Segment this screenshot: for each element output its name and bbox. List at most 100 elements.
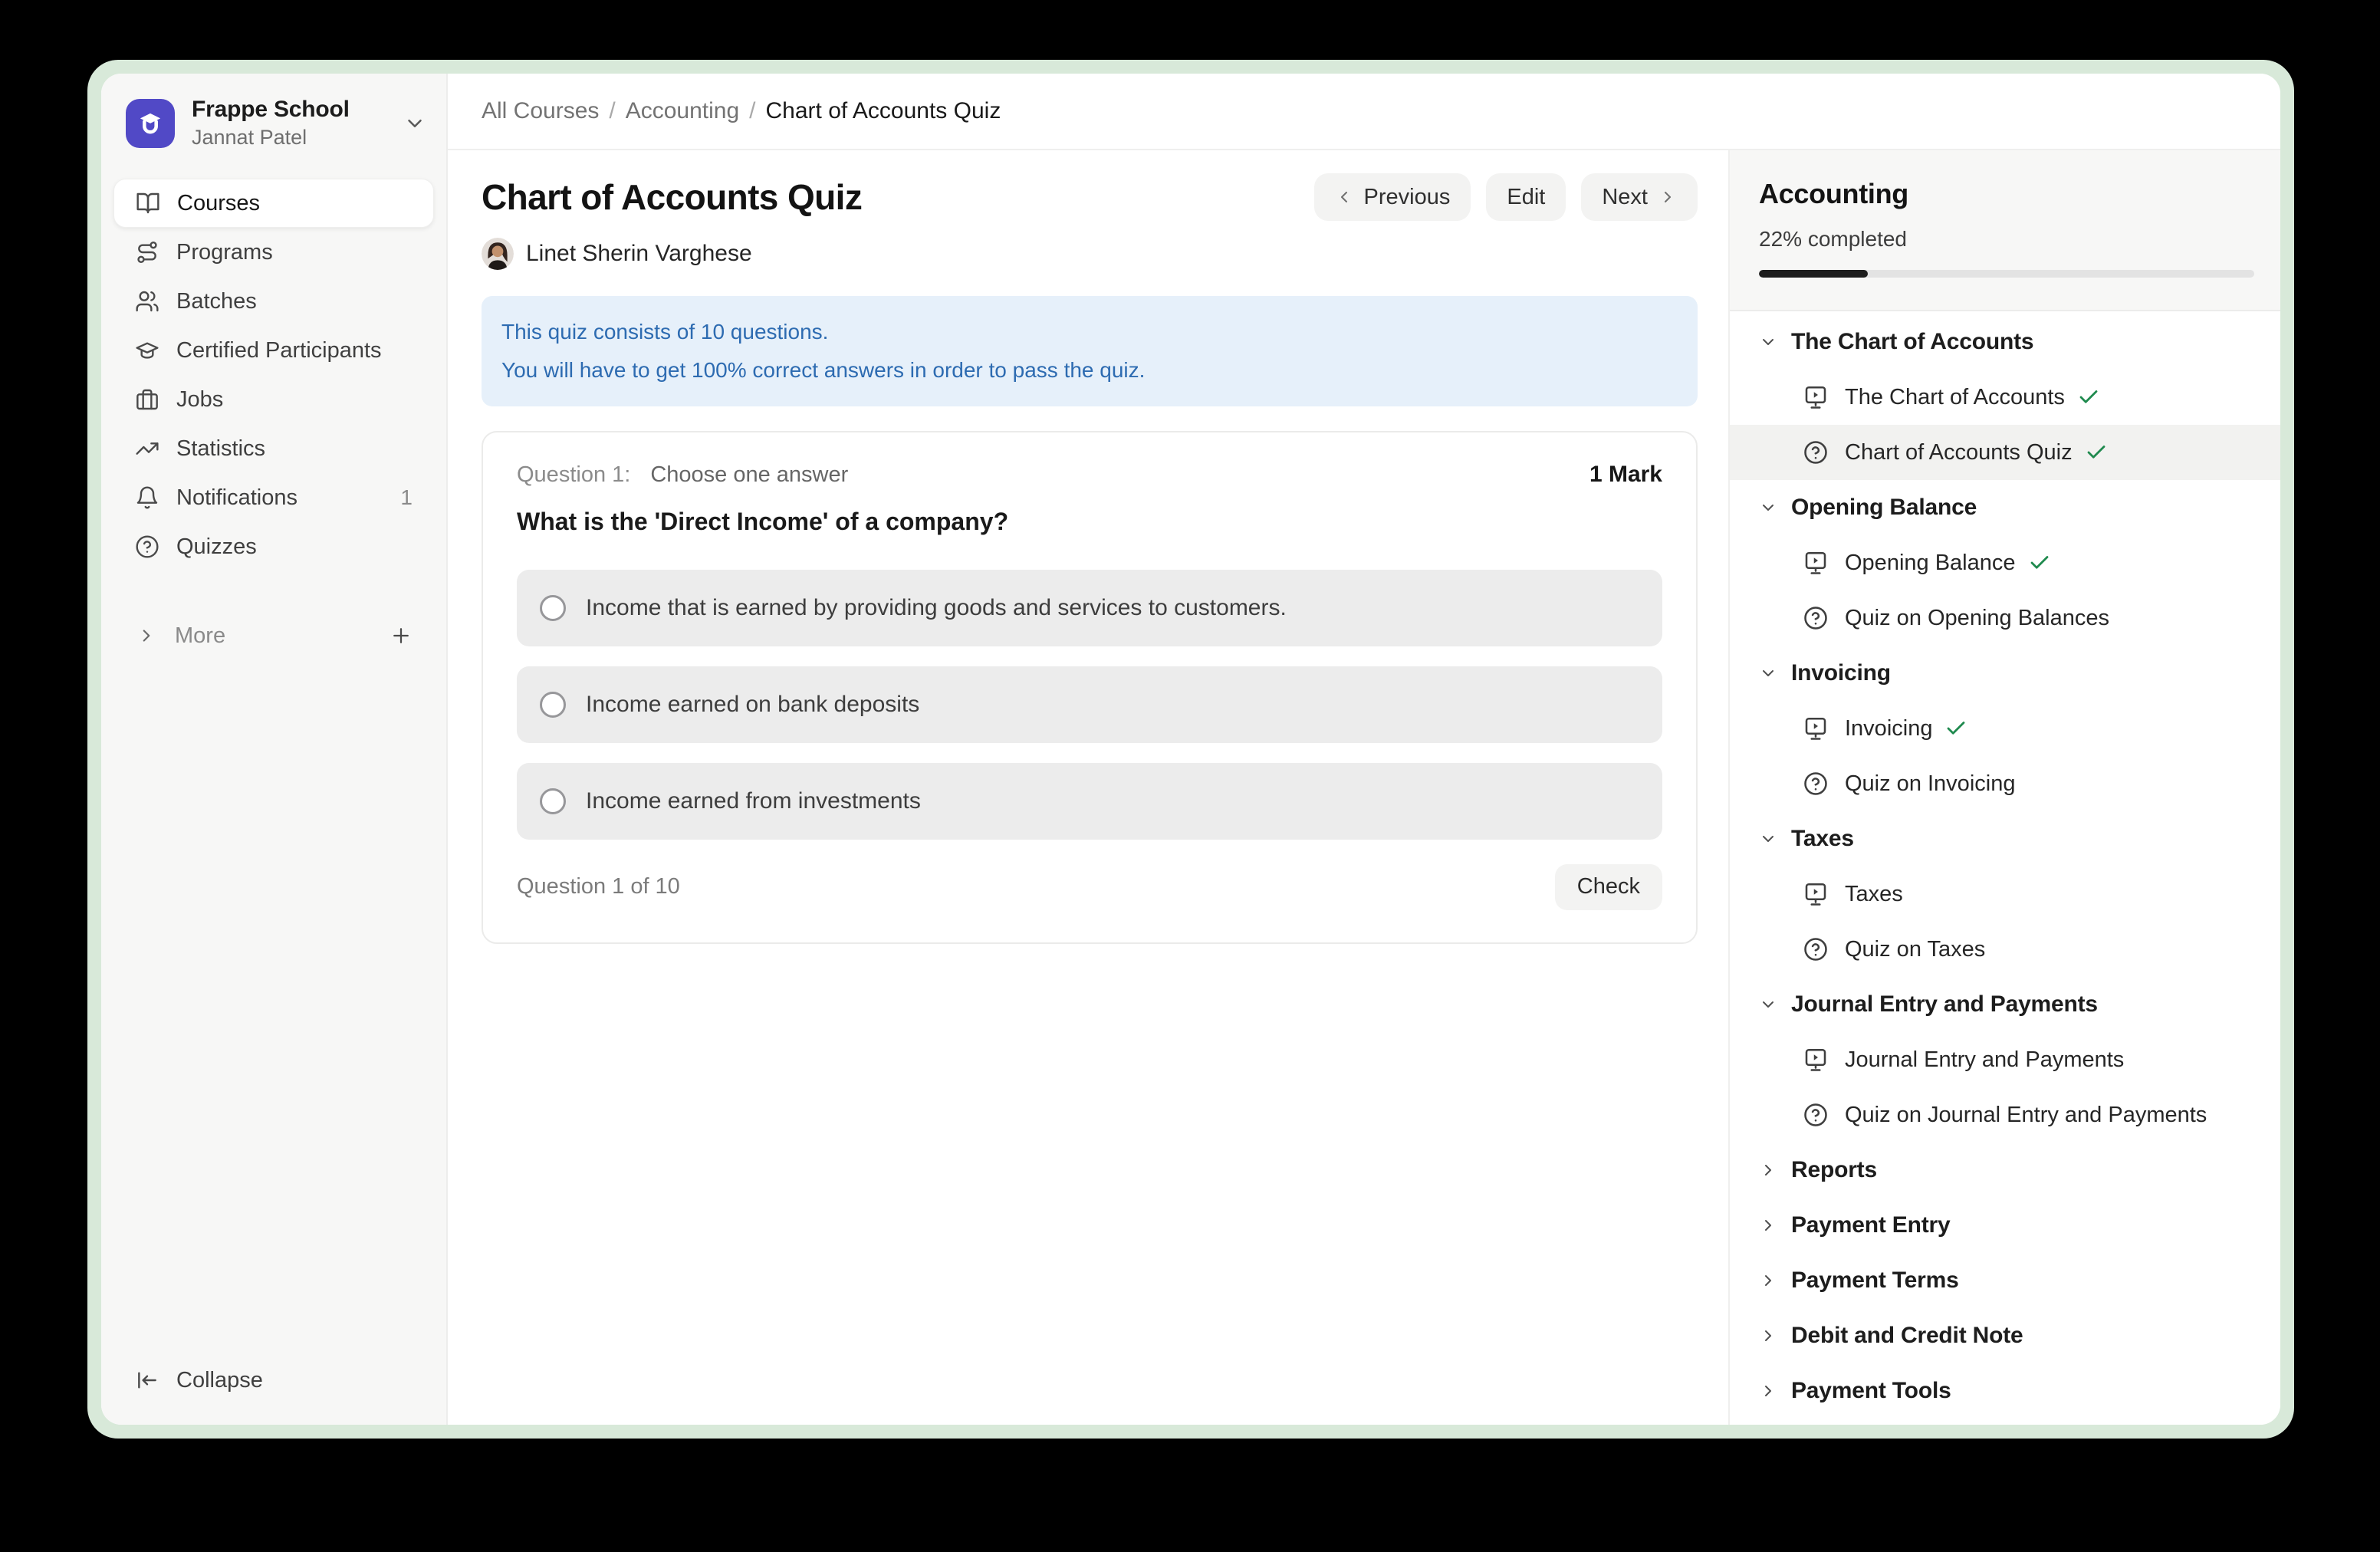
lesson-quiz-on-journal-entry-and-payments[interactable]: Quiz on Journal Entry and Payments [1730,1087,2280,1143]
section-label: Invoicing [1791,660,1891,686]
route-icon [135,240,159,265]
help-circle-icon [1802,1101,1829,1129]
lesson-chart-of-accounts-quiz[interactable]: Chart of Accounts Quiz [1730,425,2280,480]
radio-button[interactable] [540,788,566,814]
plus-icon[interactable] [390,624,413,647]
section-payment-entry[interactable]: Payment Entry [1730,1198,2280,1253]
radio-button[interactable] [540,692,566,718]
sidebar-item-label: Programs [176,240,273,265]
sidebar-item-quizzes[interactable]: Quizzes [113,522,434,571]
sidebar-item-label: Certified Participants [176,338,382,363]
breadcrumb-accounting[interactable]: Accounting [626,98,739,124]
main-content: Chart of Accounts Quiz Previous Edit Nex… [448,150,1728,1425]
question-number-label: Question 1: [517,462,630,488]
quiz-card: Question 1: Choose one answer 1 Mark Wha… [482,431,1698,944]
app-window: Frappe School Jannat Patel Courses [101,74,2280,1425]
chevron-right-icon [1759,1382,1777,1400]
lesson-quiz-on-taxes[interactable]: Quiz on Taxes [1730,922,2280,977]
section-label: Debit and Credit Note [1791,1323,2023,1349]
sidebar-more[interactable]: More [113,611,434,660]
users-icon [135,289,159,314]
lesson-quiz-on-opening-balances[interactable]: Quiz on Opening Balances [1730,590,2280,646]
header-bar: All Courses / Accounting / Chart of Acco… [448,74,2280,150]
answer-option-3[interactable]: Income earned from investments [517,763,1662,840]
section-opening-balance[interactable]: Opening Balance [1730,480,2280,535]
author-name: Linet Sherin Varghese [526,241,752,267]
avatar [482,238,514,270]
section-taxes[interactable]: Taxes [1730,811,2280,866]
section-journal-entry-and-payments[interactable]: Journal Entry and Payments [1730,977,2280,1032]
breadcrumb-current: Chart of Accounts Quiz [766,98,1001,124]
sidebar-item-statistics[interactable]: Statistics [113,424,434,473]
question-marks: 1 Mark [1589,462,1662,488]
chevron-down-icon[interactable] [403,112,426,135]
page-title: Chart of Accounts Quiz [482,176,862,218]
breadcrumb-all-courses[interactable]: All Courses [482,98,599,124]
notifications-badge: 1 [400,485,413,510]
lesson-label: Quiz on Journal Entry and Payments [1845,1103,2207,1128]
monitor-play-icon [1802,549,1829,577]
section-invoicing[interactable]: Invoicing [1730,646,2280,701]
chevron-right-icon [1759,1161,1777,1179]
next-button[interactable]: Next [1581,173,1698,221]
section-the-chart-of-accounts[interactable]: The Chart of Accounts [1730,314,2280,370]
answer-option-2[interactable]: Income earned on bank deposits [517,666,1662,743]
chevron-right-icon [1759,1271,1777,1290]
school-name: Frappe School [192,97,350,123]
section-payment-terms[interactable]: Payment Terms [1730,1253,2280,1308]
previous-button[interactable]: Previous [1314,173,1471,221]
collapse-sidebar-button[interactable]: Collapse [113,1357,434,1403]
sidebar-item-certified-participants[interactable]: Certified Participants [113,326,434,375]
chevron-left-icon [1335,188,1353,206]
breadcrumb-separator: / [749,98,755,124]
question-text: What is the 'Direct Income' of a company… [517,508,1662,536]
lesson-label: Journal Entry and Payments [1845,1047,2124,1073]
section-payment-tools[interactable]: Payment Tools [1730,1363,2280,1419]
graduation-cap-icon [134,107,166,140]
section-label: The Chart of Accounts [1791,329,2033,355]
radio-button[interactable] [540,595,566,621]
banner-line-2: You will have to get 100% correct answer… [501,351,1678,390]
answer-option-label: Income earned on bank deposits [586,692,919,718]
section-reports[interactable]: Reports [1730,1143,2280,1198]
section-label: Opening Balance [1791,495,1977,521]
help-circle-icon [1802,935,1829,963]
sidebar-item-programs[interactable]: Programs [113,228,434,277]
course-outline-panel: Accounting 22% completed The Chart of Ac… [1728,150,2280,1425]
sidebar-item-batches[interactable]: Batches [113,277,434,326]
banner-line-1: This quiz consists of 10 questions. [501,313,1678,351]
chevron-down-icon [1759,498,1777,517]
lesson-taxes[interactable]: Taxes [1730,866,2280,922]
check-button[interactable]: Check [1555,864,1662,910]
section-label: Reports [1791,1157,1877,1183]
answer-options: Income that is earned by providing goods… [517,570,1662,840]
course-progress-bar [1759,270,2254,278]
sidebar-item-notifications[interactable]: Notifications 1 [113,473,434,522]
lesson-label: Quiz on Taxes [1845,937,1985,962]
lesson-label: Taxes [1845,882,1903,907]
lesson-journal-entry-and-payments[interactable]: Journal Entry and Payments [1730,1032,2280,1087]
frappe-school-logo [126,99,175,148]
lesson-the-chart-of-accounts[interactable]: The Chart of Accounts [1730,370,2280,425]
edit-button[interactable]: Edit [1486,173,1566,221]
breadcrumb-separator: / [609,98,615,124]
answer-option-label: Income that is earned by providing goods… [586,595,1287,621]
collapse-icon [135,1368,159,1393]
sidebar-item-jobs[interactable]: Jobs [113,375,434,424]
lesson-invoicing[interactable]: Invoicing [1730,701,2280,756]
school-switcher[interactable]: Frappe School Jannat Patel [101,74,446,150]
answer-option-label: Income earned from investments [586,788,921,814]
sidebar-nav: Courses Programs Batches [101,179,446,571]
quiz-info-banner: This quiz consists of 10 questions. You … [482,296,1698,406]
section-debit-and-credit-note[interactable]: Debit and Credit Note [1730,1308,2280,1363]
check-icon [2077,386,2100,409]
lesson-quiz-on-invoicing[interactable]: Quiz on Invoicing [1730,756,2280,811]
bell-icon [135,485,159,510]
monitor-play-icon [1802,1046,1829,1074]
help-circle-icon [1802,439,1829,466]
answer-option-1[interactable]: Income that is earned by providing goods… [517,570,1662,646]
chevron-down-icon [1759,830,1777,848]
sidebar-item-courses[interactable]: Courses [113,179,434,228]
lesson-opening-balance[interactable]: Opening Balance [1730,535,2280,590]
left-sidebar: Frappe School Jannat Patel Courses [101,74,448,1425]
